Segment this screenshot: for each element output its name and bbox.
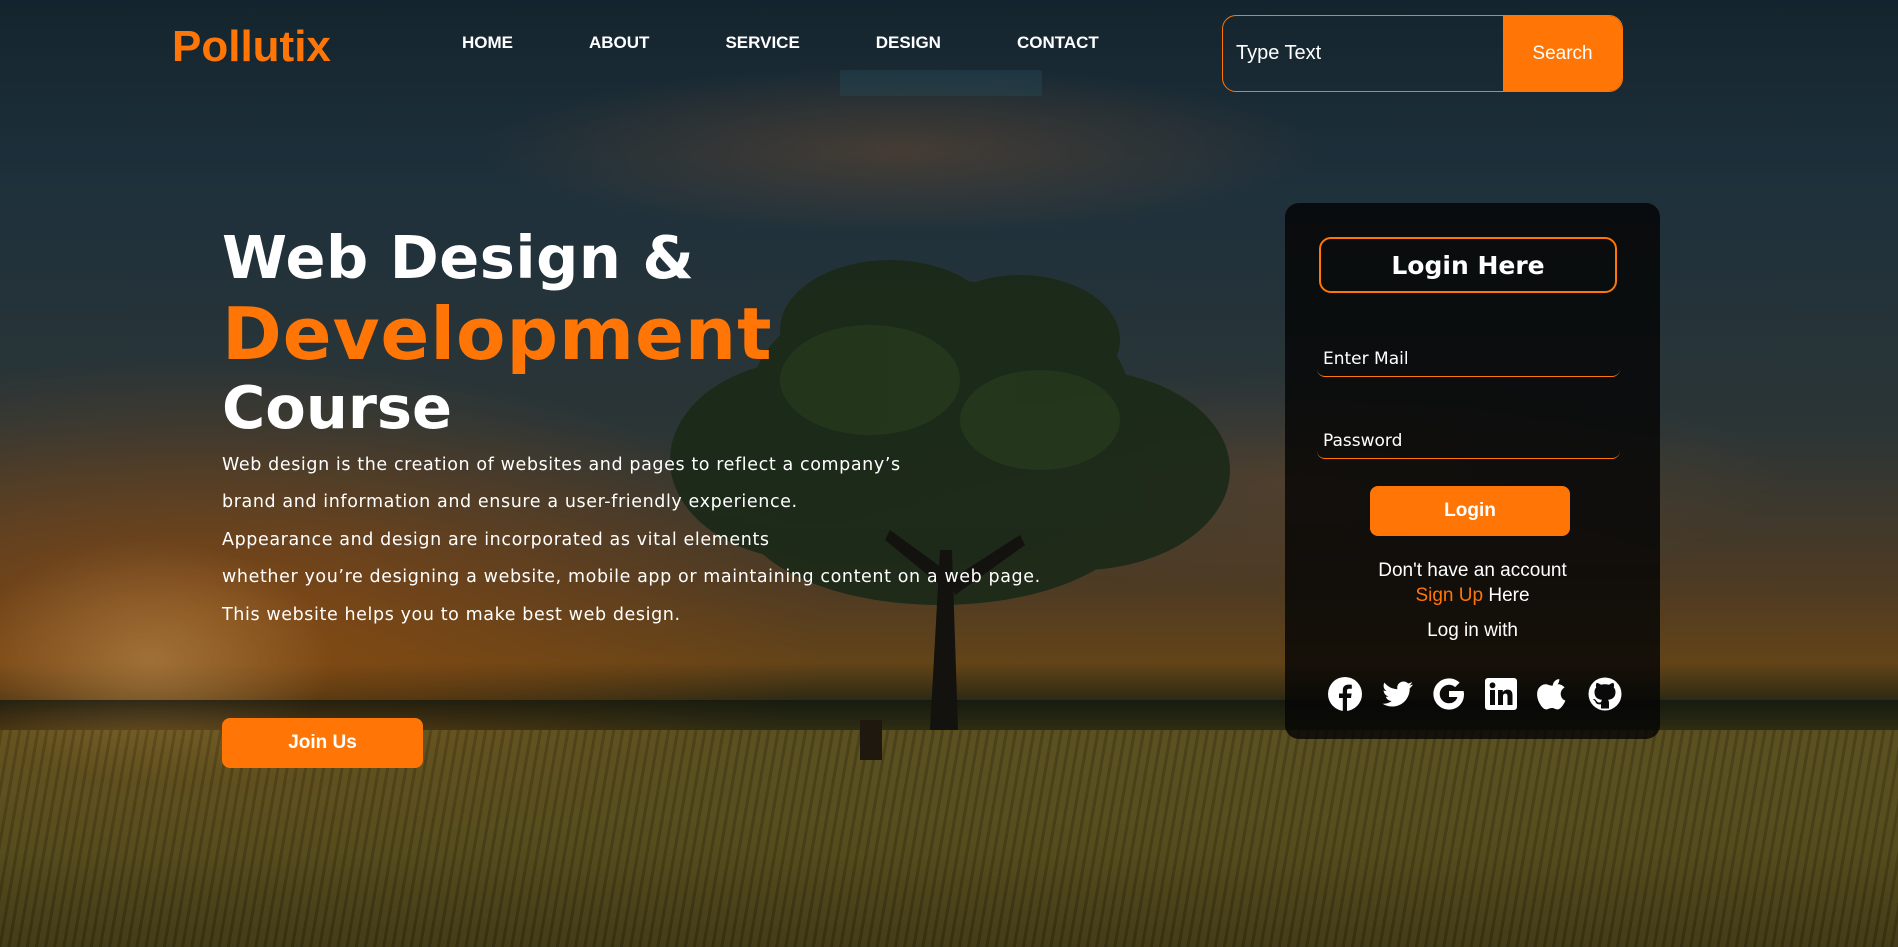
- login-title: Login Here: [1319, 237, 1617, 293]
- no-account-text: Don't have an account: [1378, 560, 1567, 581]
- nav-service[interactable]: SERVICE: [725, 33, 799, 53]
- nav-home[interactable]: HOME: [462, 33, 513, 53]
- signup-link[interactable]: Sign Up: [1415, 585, 1483, 606]
- hero-title: Web Design & Development Course: [222, 223, 1082, 443]
- search-input[interactable]: [1223, 16, 1503, 91]
- google-icon[interactable]: [1431, 676, 1467, 712]
- search-box: Search: [1222, 15, 1623, 92]
- hero-title-line2: Development: [222, 291, 773, 376]
- nav-hover-tooltip: [840, 70, 1042, 96]
- linkedin-icon[interactable]: [1483, 676, 1519, 712]
- nav-about[interactable]: ABOUT: [589, 33, 649, 53]
- hero-section: Web Design & Development Course Web desi…: [222, 223, 1082, 635]
- hero-paragraph: Web design is the creation of websites a…: [222, 454, 901, 475]
- hero-description: Web design is the creation of websites a…: [222, 447, 1082, 635]
- search-button[interactable]: Search: [1503, 16, 1622, 91]
- join-us-button[interactable]: Join Us: [222, 718, 423, 768]
- password-field[interactable]: [1317, 423, 1620, 458]
- hero-paragraph: brand and information and ensure a user-…: [222, 492, 798, 513]
- github-icon[interactable]: [1587, 676, 1623, 712]
- social-login-icons: [1327, 676, 1639, 712]
- email-field[interactable]: [1317, 341, 1620, 376]
- signup-line: Sign Up Here: [1285, 583, 1660, 608]
- hero-paragraph: whether you’re designing a website, mobi…: [222, 567, 1041, 588]
- login-button[interactable]: Login: [1370, 486, 1570, 536]
- nav-contact[interactable]: CONTACT: [1017, 33, 1099, 53]
- main-nav: HOME ABOUT SERVICE DESIGN CONTACT: [462, 33, 1175, 53]
- social-login-heading: Log in with: [1427, 620, 1518, 641]
- twitter-icon[interactable]: [1379, 676, 1415, 712]
- signup-suffix: Here: [1488, 585, 1530, 606]
- apple-icon[interactable]: [1535, 676, 1571, 712]
- password-field-wrap: [1317, 423, 1620, 459]
- hero-title-line3: Course: [222, 373, 453, 443]
- nav-design[interactable]: DESIGN: [876, 33, 941, 53]
- hero-title-line1: Web Design &: [222, 223, 695, 292]
- brand-logo[interactable]: Pollutix: [172, 22, 331, 72]
- facebook-icon[interactable]: [1327, 676, 1363, 712]
- hero-paragraph: This website helps you to make best web …: [222, 604, 681, 625]
- hero-paragraph: Appearance and design are incorporated a…: [222, 529, 770, 550]
- email-field-wrap: [1317, 341, 1620, 377]
- login-card: Login Here Login Don't have an account S…: [1285, 203, 1660, 739]
